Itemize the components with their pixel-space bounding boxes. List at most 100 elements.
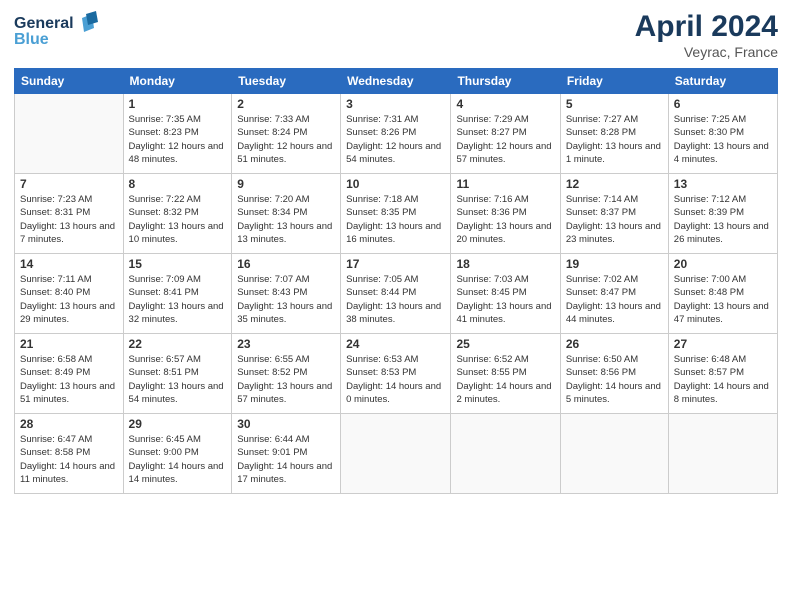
page: General Blue April 2024 Veyrac, France S… — [0, 0, 792, 612]
day-info: Sunrise: 7:03 AMSunset: 8:45 PMDaylight:… — [456, 273, 554, 326]
header: General Blue April 2024 Veyrac, France — [14, 10, 778, 60]
table-row: 19Sunrise: 7:02 AMSunset: 8:47 PMDayligh… — [560, 254, 668, 334]
table-row: 1 Sunrise: 7:35 AMSunset: 8:23 PMDaylight… — [123, 94, 232, 174]
day-info: Sunrise: 7:18 AMSunset: 8:35 PMDaylight:… — [346, 193, 445, 246]
day-number: 16 — [237, 257, 335, 271]
table-row: 13Sunrise: 7:12 AMSunset: 8:39 PMDayligh… — [668, 174, 777, 254]
calendar-header-row: Sunday Monday Tuesday Wednesday Thursday… — [15, 69, 778, 94]
day-number: 10 — [346, 177, 445, 191]
day-info: Sunrise: 7:09 AMSunset: 8:41 PMDaylight:… — [129, 273, 227, 326]
day-number: 12 — [566, 177, 663, 191]
table-row: 9 Sunrise: 7:20 AMSunset: 8:34 PMDaylight… — [232, 174, 341, 254]
table-row: 4 Sunrise: 7:29 AMSunset: 8:27 PMDaylight… — [451, 94, 560, 174]
calendar-table: Sunday Monday Tuesday Wednesday Thursday… — [14, 68, 778, 494]
day-number: 30 — [237, 417, 335, 431]
day-info: Sunrise: 7:35 AMSunset: 8:23 PMDaylight:… — [129, 113, 227, 166]
day-info: Sunrise: 6:44 AMSunset: 9:01 PMDaylight:… — [237, 433, 335, 486]
day-info: Sunrise: 7:12 AMSunset: 8:39 PMDaylight:… — [674, 193, 772, 246]
day-number: 5 — [566, 97, 663, 111]
table-row: 14Sunrise: 7:11 AMSunset: 8:40 PMDayligh… — [15, 254, 124, 334]
day-info: Sunrise: 7:31 AMSunset: 8:26 PMDaylight:… — [346, 113, 445, 166]
day-number: 19 — [566, 257, 663, 271]
table-row: 11 Sunrise: 7:16 AMSunset: 8:36 PMDayligh… — [451, 174, 560, 254]
day-number: 20 — [674, 257, 772, 271]
day-info: Sunrise: 6:55 AMSunset: 8:52 PMDaylight:… — [237, 353, 335, 406]
day-number: 4 — [456, 97, 554, 111]
day-number: 17 — [346, 257, 445, 271]
day-info: Sunrise: 7:05 AMSunset: 8:44 PMDaylight:… — [346, 273, 445, 326]
table-row: 25 Sunrise: 6:52 AMSunset: 8:55 PMDayligh… — [451, 334, 560, 414]
table-row: 12Sunrise: 7:14 AMSunset: 8:37 PMDayligh… — [560, 174, 668, 254]
day-info: Sunrise: 6:52 AMSunset: 8:55 PMDaylight:… — [456, 353, 554, 406]
day-info: Sunrise: 6:57 AMSunset: 8:51 PMDaylight:… — [129, 353, 227, 406]
day-number: 2 — [237, 97, 335, 111]
day-info: Sunrise: 7:20 AMSunset: 8:34 PMDaylight:… — [237, 193, 335, 246]
table-row: 17 Sunrise: 7:05 AMSunset: 8:44 PMDayligh… — [341, 254, 451, 334]
table-row: 21Sunrise: 6:58 AMSunset: 8:49 PMDayligh… — [15, 334, 124, 414]
table-row: 10 Sunrise: 7:18 AMSunset: 8:35 PMDayligh… — [341, 174, 451, 254]
calendar-week-row: 7Sunrise: 7:23 AMSunset: 8:31 PMDaylight… — [15, 174, 778, 254]
day-number: 9 — [237, 177, 335, 191]
table-row: 7Sunrise: 7:23 AMSunset: 8:31 PMDaylight… — [15, 174, 124, 254]
day-number: 21 — [20, 337, 118, 351]
table-row — [341, 414, 451, 494]
day-number: 25 — [456, 337, 554, 351]
table-row — [15, 94, 124, 174]
table-row — [560, 414, 668, 494]
col-saturday: Saturday — [668, 69, 777, 94]
table-row: 27Sunrise: 6:48 AMSunset: 8:57 PMDayligh… — [668, 334, 777, 414]
table-row: 5 Sunrise: 7:27 AMSunset: 8:28 PMDaylight… — [560, 94, 668, 174]
table-row: 30 Sunrise: 6:44 AMSunset: 9:01 PMDayligh… — [232, 414, 341, 494]
col-wednesday: Wednesday — [341, 69, 451, 94]
table-row: 16 Sunrise: 7:07 AMSunset: 8:43 PMDayligh… — [232, 254, 341, 334]
day-info: Sunrise: 7:16 AMSunset: 8:36 PMDaylight:… — [456, 193, 554, 246]
col-tuesday: Tuesday — [232, 69, 341, 94]
day-number: 15 — [129, 257, 227, 271]
table-row: 28 Sunrise: 6:47 AMSunset: 8:58 PMDayligh… — [15, 414, 124, 494]
day-info: Sunrise: 6:50 AMSunset: 8:56 PMDaylight:… — [566, 353, 663, 406]
table-row: 6 Sunrise: 7:25 AMSunset: 8:30 PMDaylight… — [668, 94, 777, 174]
day-info: Sunrise: 7:07 AMSunset: 8:43 PMDaylight:… — [237, 273, 335, 326]
table-row: 2 Sunrise: 7:33 AMSunset: 8:24 PMDaylight… — [232, 94, 341, 174]
logo: General Blue — [14, 10, 104, 57]
table-row: 22 Sunrise: 6:57 AMSunset: 8:51 PMDayligh… — [123, 334, 232, 414]
title-block: April 2024 Veyrac, France — [635, 10, 778, 60]
day-info: Sunrise: 6:53 AMSunset: 8:53 PMDaylight:… — [346, 353, 445, 406]
day-info: Sunrise: 7:00 AMSunset: 8:48 PMDaylight:… — [674, 273, 772, 326]
table-row: 18 Sunrise: 7:03 AMSunset: 8:45 PMDayligh… — [451, 254, 560, 334]
location: Veyrac, France — [635, 44, 778, 60]
svg-text:Blue: Blue — [14, 31, 49, 48]
table-row: 15 Sunrise: 7:09 AMSunset: 8:41 PMDayligh… — [123, 254, 232, 334]
day-number: 28 — [20, 417, 118, 431]
table-row: 23 Sunrise: 6:55 AMSunset: 8:52 PMDayligh… — [232, 334, 341, 414]
svg-text:General: General — [14, 15, 74, 32]
day-info: Sunrise: 7:22 AMSunset: 8:32 PMDaylight:… — [129, 193, 227, 246]
logo-icon: General Blue — [14, 10, 104, 52]
day-number: 23 — [237, 337, 335, 351]
table-row: 26Sunrise: 6:50 AMSunset: 8:56 PMDayligh… — [560, 334, 668, 414]
day-number: 27 — [674, 337, 772, 351]
day-info: Sunrise: 7:27 AMSunset: 8:28 PMDaylight:… — [566, 113, 663, 166]
day-number: 1 — [129, 97, 227, 111]
day-number: 6 — [674, 97, 772, 111]
day-number: 11 — [456, 177, 554, 191]
day-info: Sunrise: 7:29 AMSunset: 8:27 PMDaylight:… — [456, 113, 554, 166]
day-info: Sunrise: 7:33 AMSunset: 8:24 PMDaylight:… — [237, 113, 335, 166]
calendar-week-row: 21Sunrise: 6:58 AMSunset: 8:49 PMDayligh… — [15, 334, 778, 414]
calendar-week-row: 1 Sunrise: 7:35 AMSunset: 8:23 PMDaylight… — [15, 94, 778, 174]
day-info: Sunrise: 7:25 AMSunset: 8:30 PMDaylight:… — [674, 113, 772, 166]
table-row: 24Sunrise: 6:53 AMSunset: 8:53 PMDayligh… — [341, 334, 451, 414]
col-sunday: Sunday — [15, 69, 124, 94]
calendar-week-row: 28 Sunrise: 6:47 AMSunset: 8:58 PMDayligh… — [15, 414, 778, 494]
day-number: 18 — [456, 257, 554, 271]
table-row: 3Sunrise: 7:31 AMSunset: 8:26 PMDaylight… — [341, 94, 451, 174]
table-row: 20 Sunrise: 7:00 AMSunset: 8:48 PMDayligh… — [668, 254, 777, 334]
day-number: 29 — [129, 417, 227, 431]
col-thursday: Thursday — [451, 69, 560, 94]
day-number: 14 — [20, 257, 118, 271]
month-year: April 2024 — [635, 10, 778, 44]
table-row — [451, 414, 560, 494]
day-info: Sunrise: 6:47 AMSunset: 8:58 PMDaylight:… — [20, 433, 118, 486]
table-row: 8Sunrise: 7:22 AMSunset: 8:32 PMDaylight… — [123, 174, 232, 254]
day-number: 22 — [129, 337, 227, 351]
